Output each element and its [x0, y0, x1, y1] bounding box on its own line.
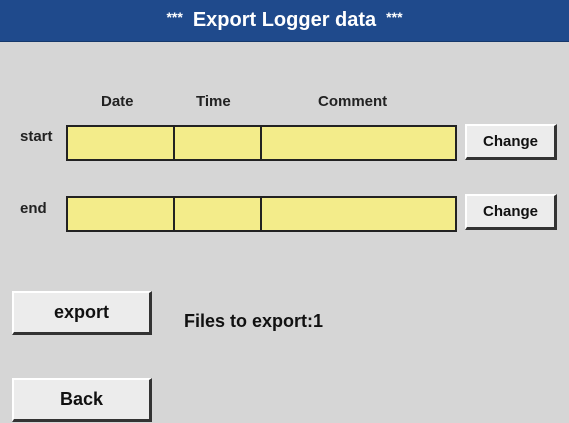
title-stars-right: *** [386, 8, 403, 25]
start-row-label: start [20, 128, 53, 145]
start-comment-field[interactable] [262, 127, 455, 159]
export-logger-screen: *** Export Logger data *** Date Time Com… [0, 0, 569, 423]
files-to-export-text: Files to export:1 [184, 311, 324, 331]
start-fields [66, 125, 457, 161]
end-time-field[interactable] [175, 198, 262, 230]
end-comment-field[interactable] [262, 198, 455, 230]
page-title: Export Logger data [192, 9, 377, 31]
title-bar: *** Export Logger data *** [0, 0, 569, 42]
export-button[interactable]: export [12, 291, 152, 335]
back-button[interactable]: Back [12, 378, 152, 422]
column-header-date: Date [101, 93, 134, 110]
start-time-field[interactable] [175, 127, 262, 159]
end-change-button[interactable]: Change [465, 194, 557, 230]
start-change-button[interactable]: Change [465, 124, 557, 160]
end-row-label: end [20, 200, 47, 217]
start-date-field[interactable] [68, 127, 175, 159]
column-header-comment: Comment [318, 93, 388, 110]
column-header-time: Time [196, 93, 231, 110]
end-fields [66, 196, 457, 232]
end-date-field[interactable] [68, 198, 175, 230]
title-stars-left: *** [166, 8, 183, 25]
